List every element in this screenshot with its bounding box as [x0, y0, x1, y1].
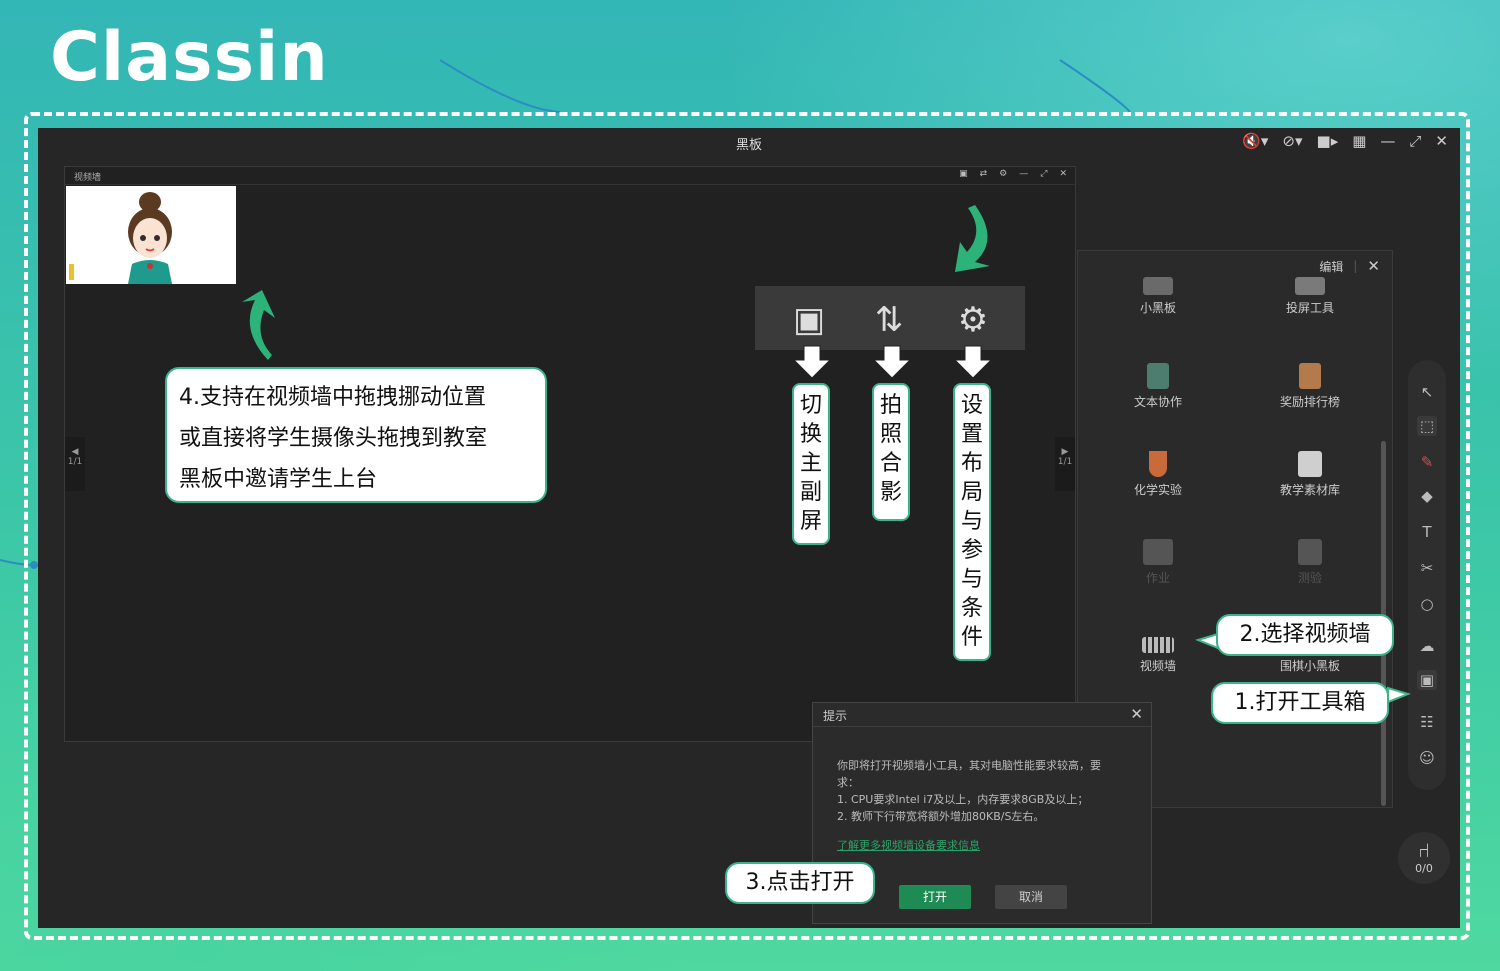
open-button[interactable]: 打开 [899, 885, 971, 909]
callout-step2: 2.选择视频墙 [1216, 614, 1394, 656]
dialog-line: 2. 教师下行带宽将额外增加80KB/S左右。 [837, 810, 1045, 823]
dialog-title: 提示 [823, 709, 848, 723]
callout-step3: 3.点击打开 [725, 862, 875, 904]
cancel-button[interactable]: 取消 [995, 885, 1067, 909]
callout-step4: 4.支持在视频墙中拖拽挪动位置 或直接将学生摄像头拖拽到教室 黑板中邀请学生上台 [165, 367, 547, 503]
dialog-message: 你即将打开视频墙小工具，其对电脑性能要求较高，要 求： 1. CPU要求Inte… [837, 757, 1133, 825]
label-layout-settings: 设置布局与参与条件 [953, 383, 991, 661]
close-icon[interactable]: ✕ [1130, 705, 1143, 723]
dialog-line: 求： [837, 776, 859, 789]
dialog-header: 提示 ✕ [813, 703, 1151, 727]
label-group-photo: 拍照合影 [872, 383, 910, 521]
dialog-line: 你即将打开视频墙小工具，其对电脑性能要求较高，要 [837, 759, 1101, 772]
callout-step4-line3: 黑板中邀请学生上台 [179, 467, 378, 492]
callout-step1: 1.打开工具箱 [1211, 682, 1389, 724]
callout-step4-line1: 4.支持在视频墙中拖拽挪动位置 [179, 385, 486, 410]
requirements-link[interactable]: 了解更多视频墙设备要求信息 [837, 837, 980, 853]
label-switch-screen: 切换主副屏 [792, 383, 830, 545]
callout-step4-line2: 或直接将学生摄像头拖拽到教室 [179, 426, 488, 451]
dialog-line: 1. CPU要求Intel i7及以上，内存要求8GB及以上； [837, 793, 1089, 806]
